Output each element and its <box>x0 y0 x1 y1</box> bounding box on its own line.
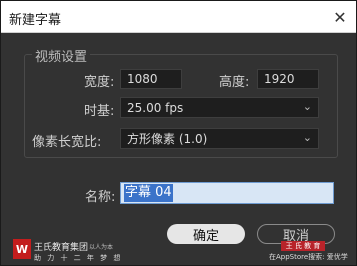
height-field[interactable]: 1920 <box>257 69 319 89</box>
new-caption-dialog: 新建字幕 ✕ 视频设置 宽度: 1080 高度: 1920 时基: 25.00 … <box>0 0 357 266</box>
width-field[interactable]: 1080 <box>120 69 182 89</box>
chevron-down-icon: ⌄ <box>302 131 312 144</box>
brand-name: 王氏教育集团 <box>34 243 89 253</box>
chevron-down-icon: ⌄ <box>302 100 312 113</box>
width-label: 宽度: <box>84 75 115 90</box>
pixel-aspect-value: 方形像素 (1.0) <box>127 132 208 146</box>
pixel-aspect-select[interactable]: 方形像素 (1.0) ⌄ <box>120 128 319 149</box>
dialog-title: 新建字幕 <box>9 13 62 28</box>
title-bar: 新建字幕 ✕ <box>1 1 356 33</box>
watermark-text: 在AppStore搜索: 爱优学 <box>269 253 348 261</box>
timebase-label: 时基: <box>84 104 115 119</box>
video-settings-legend: 视频设置 <box>32 46 91 65</box>
ok-button[interactable]: 确定 <box>167 224 245 244</box>
watermark-badge: 王 氏 教 育 <box>281 241 325 251</box>
timebase-select[interactable]: 25.00 fps ⌄ <box>120 97 319 118</box>
height-label: 高度: <box>219 75 250 90</box>
timebase-value: 25.00 fps <box>127 101 184 115</box>
name-field[interactable]: 字幕 04 <box>120 182 334 204</box>
brand-slogan: 助 力 十 二 年 梦 想 <box>34 254 123 262</box>
name-value: 字幕 04 <box>124 184 173 202</box>
pixel-aspect-label: 像素长宽比: <box>32 135 102 150</box>
name-label: 名称: <box>85 190 116 205</box>
brand-logo: W <box>13 239 31 259</box>
close-icon[interactable]: ✕ <box>328 5 352 29</box>
brand-tagline: 以人为本 <box>89 244 114 251</box>
